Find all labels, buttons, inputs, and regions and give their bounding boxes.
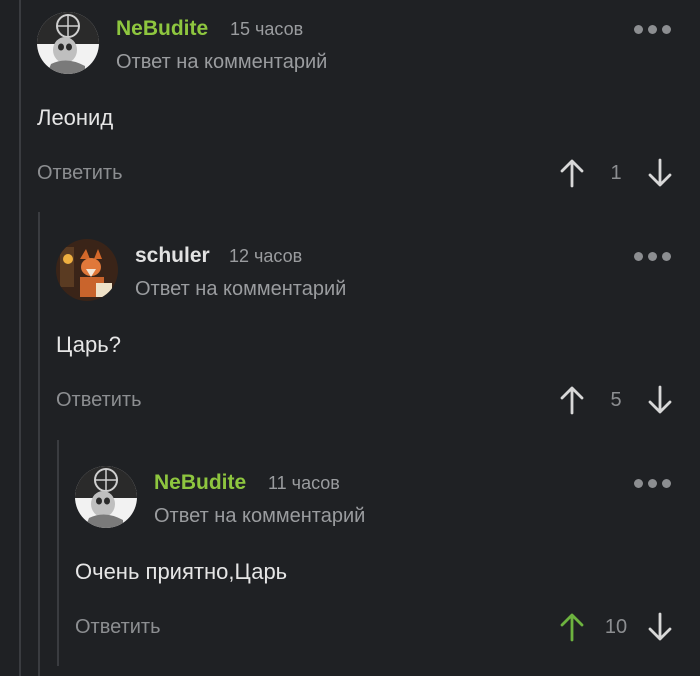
reply-button[interactable]: Ответить <box>56 389 142 412</box>
avatar[interactable] <box>75 466 137 528</box>
more-options-button[interactable] <box>634 479 671 488</box>
arrow-down-icon <box>648 385 672 414</box>
vote-score: 5 <box>610 389 622 411</box>
vote-score: 1 <box>610 162 622 184</box>
dot-icon <box>648 25 657 34</box>
comment-text: Очень приятно,Царь <box>75 559 288 584</box>
skull-helmet-avatar-icon <box>75 466 137 528</box>
arrow-up-icon <box>560 386 584 415</box>
dot-icon <box>634 25 643 34</box>
thread-line-level-2 <box>38 212 40 676</box>
more-options-button[interactable] <box>634 252 671 261</box>
reply-to-label[interactable]: Ответ на комментарий <box>154 505 365 528</box>
comment-time: 12 часов <box>229 246 303 266</box>
fox-reading-avatar-icon <box>56 239 118 301</box>
dot-icon <box>634 479 643 488</box>
reply-to-label[interactable]: Ответ на комментарий <box>135 278 346 301</box>
avatar[interactable] <box>56 239 118 301</box>
avatar[interactable] <box>37 12 99 74</box>
dot-icon <box>648 479 657 488</box>
more-options-button[interactable] <box>634 25 671 34</box>
dot-icon <box>648 252 657 261</box>
comment-time: 11 часов <box>268 473 340 493</box>
arrow-down-icon <box>648 612 672 641</box>
username[interactable]: NeBudite <box>154 471 246 495</box>
thread-line-level-1 <box>19 0 21 676</box>
dot-icon <box>634 252 643 261</box>
comment-time: 15 часов <box>230 19 304 39</box>
username[interactable]: schuler <box>135 244 210 268</box>
downvote-button[interactable] <box>646 385 674 415</box>
arrow-down-icon <box>648 158 672 187</box>
reply-button[interactable]: Ответить <box>37 162 123 185</box>
dot-icon <box>662 479 671 488</box>
username[interactable]: NeBudite <box>116 17 208 41</box>
comment-text: Леонид <box>37 105 114 130</box>
skull-helmet-avatar-icon <box>37 12 99 74</box>
vote-score: 10 <box>604 616 628 638</box>
downvote-button[interactable] <box>646 158 674 188</box>
dot-icon <box>662 25 671 34</box>
arrow-up-icon <box>560 613 584 642</box>
upvote-button[interactable] <box>558 612 586 642</box>
upvote-button[interactable] <box>558 385 586 415</box>
upvote-button[interactable] <box>558 158 586 188</box>
downvote-button[interactable] <box>646 612 674 642</box>
reply-to-label[interactable]: Ответ на комментарий <box>116 51 327 74</box>
reply-button[interactable]: Ответить <box>75 616 161 639</box>
dot-icon <box>662 252 671 261</box>
thread-line-level-3 <box>57 440 59 666</box>
arrow-up-icon <box>560 159 584 188</box>
comment-text: Царь? <box>56 332 121 357</box>
